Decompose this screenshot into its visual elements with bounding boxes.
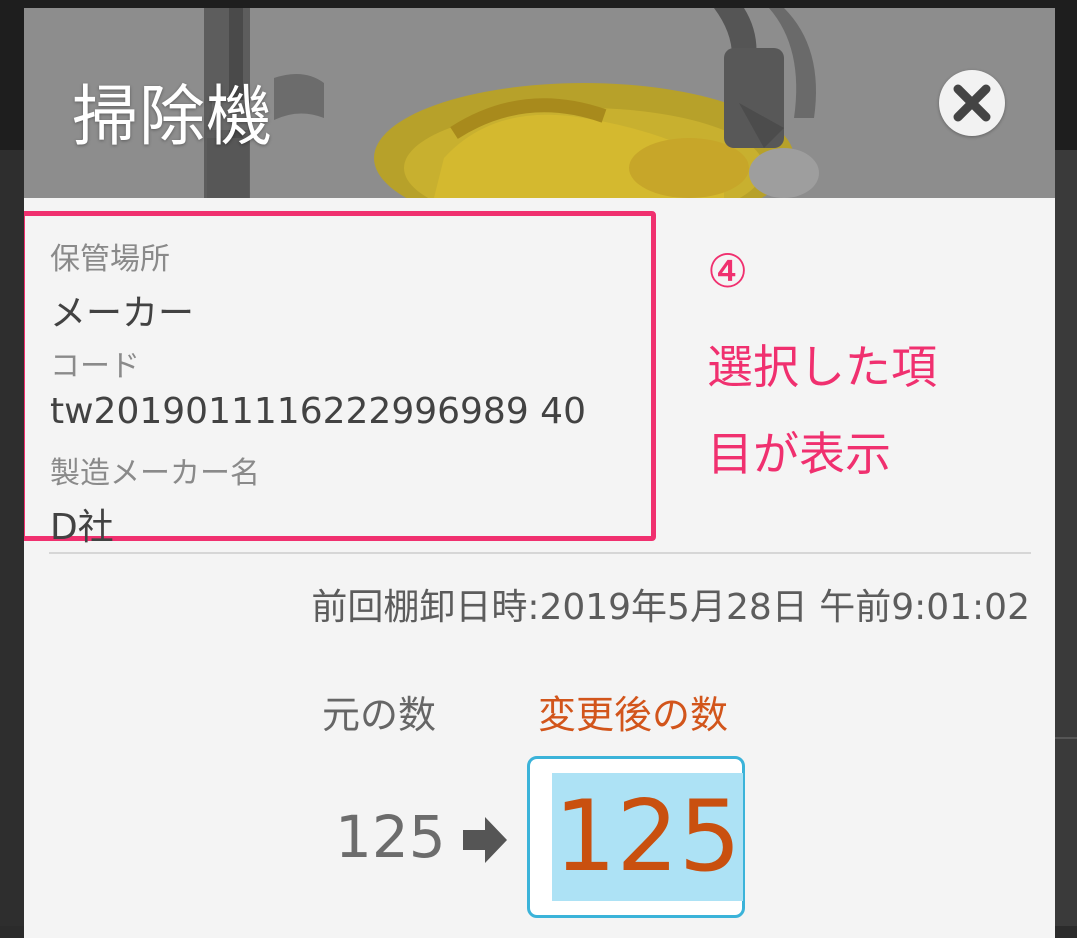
manufacturer-value: D社 [50, 507, 114, 548]
annotation-number: ④ [707, 244, 749, 298]
dialog-header-image: 掃除機 [24, 8, 1055, 198]
manufacturer-label: 製造メーカー名 [50, 456, 260, 491]
background-left-edge [0, 150, 24, 926]
new-quantity-value: 125 [552, 773, 744, 901]
code-label: コード [50, 349, 140, 384]
last-inventory-datetime: 前回棚卸日時:2019年5月28日 午前9:01:02 [311, 587, 1030, 628]
item-dialog: 掃除機 保管場所 メーカー コード tw2019011116222996989 … [24, 8, 1055, 938]
storage-location-label: 保管場所 [50, 242, 170, 277]
annotation-line-1: 選択した項 [707, 340, 937, 394]
original-quantity-label: 元の数 [322, 693, 437, 737]
close-icon [953, 84, 991, 122]
background-divider [1055, 737, 1077, 739]
dialog-title: 掃除機 [72, 78, 273, 155]
new-quantity-input[interactable]: 125 [527, 756, 745, 918]
background-right-edge [1055, 150, 1077, 926]
selected-fields-highlight: 保管場所 メーカー コード tw2019011116222996989 40 製… [24, 211, 656, 548]
original-quantity-value: 125 [335, 803, 446, 871]
divider [49, 552, 1031, 554]
code-value: tw2019011116222996989 40 [50, 391, 586, 432]
arrow-right-icon [463, 817, 507, 863]
close-button[interactable] [939, 70, 1005, 136]
annotation-line-2: 目が表示 [707, 427, 891, 481]
storage-location-value: メーカー [50, 293, 195, 334]
new-quantity-label: 変更後の数 [538, 693, 729, 737]
